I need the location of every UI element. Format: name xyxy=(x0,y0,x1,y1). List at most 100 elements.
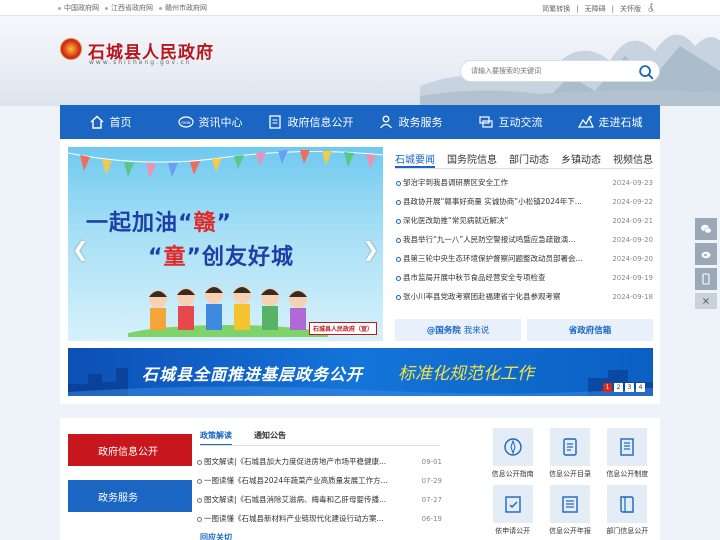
tab-notices[interactable]: 通知公告 xyxy=(254,430,286,446)
wechat-share-button[interactable] xyxy=(695,218,717,240)
carousel-next-button[interactable]: ❯ xyxy=(362,237,379,261)
mobile-icon xyxy=(702,273,710,285)
policy-banner-text: 石城县全面推进基层政务公开 xyxy=(142,365,364,384)
response-section-heading[interactable]: 回应关切 xyxy=(200,532,232,540)
site-header: 石城县人民政府 www.shicheng.gov.cn xyxy=(0,16,720,106)
tab-department[interactable]: 部门动态 xyxy=(509,147,549,168)
weibo-icon xyxy=(701,251,711,259)
side-menu: 政府信息公开 政务服务 xyxy=(68,434,192,526)
apply-icon xyxy=(504,496,521,513)
news-item[interactable]: 县第三轮中央生态环境保护督察问题整改动员部署会... 2024-09-20 xyxy=(395,249,653,268)
report-icon xyxy=(562,496,578,513)
news-icon: new xyxy=(177,116,194,128)
people-icon xyxy=(379,115,392,129)
news-tabs: 石城要闻 国务院信息 部门动态 乡镇动态 视频信息 xyxy=(395,147,653,169)
top-link[interactable]: 江西省政府网 xyxy=(105,3,153,13)
grid-item-annual-report[interactable]: 信息公开年报 xyxy=(541,485,598,536)
search-icon[interactable] xyxy=(637,63,655,81)
children-illustration xyxy=(128,286,328,337)
top-tools: 简繁转换 | 无障碍 | 关怀版 xyxy=(542,3,656,14)
bottom-section: 政府信息公开 政务服务 政策解读 通知公告 图文解读|《石城县加大力度促进房地产… xyxy=(60,418,660,540)
accessibility-link[interactable]: 无障碍 xyxy=(585,4,606,14)
compass-icon xyxy=(503,438,522,456)
top-bar: 中国政府网 江西省政府网 赣州市政府网 简繁转换 | 无障碍 | 关怀版 xyxy=(0,0,720,16)
tab-video[interactable]: 视频信息 xyxy=(613,147,653,168)
nav-services[interactable]: 政务服务 xyxy=(360,105,460,139)
search-input[interactable] xyxy=(471,64,631,79)
main-panel: 一起加油“赣” “童”创友好城 石城县人民政府（宣） ❮ ❯ 石城要闻 国务院信… xyxy=(60,139,660,404)
policy-banner-subtext: 标准化规范化工作 xyxy=(398,364,534,384)
close-icon[interactable]: × xyxy=(695,293,717,309)
news-list: 邹治宇到我县调研票区安全工作 2024-09-23 县政协开展“赣事好商量 实诚协… xyxy=(395,173,653,306)
home-icon xyxy=(90,115,103,129)
governor-mailbox-button[interactable]: 省政府信箱 xyxy=(527,319,653,341)
carousel-caption: 石城县人民政府（宣） xyxy=(308,322,377,335)
nav-info-disclosure[interactable]: 政府信息公开 xyxy=(260,105,360,139)
tab-shicheng-news[interactable]: 石城要闻 xyxy=(395,147,435,168)
simplified-traditional-toggle[interactable]: 简繁转换 xyxy=(542,4,570,14)
banner-page-2[interactable]: 2 xyxy=(614,383,623,392)
site-domain: www.shicheng.gov.cn xyxy=(89,59,192,66)
news-item[interactable]: 邹治宇到我县调研票区安全工作 2024-09-23 xyxy=(395,173,653,192)
top-link[interactable]: 中国政府网 xyxy=(58,3,99,13)
image-carousel[interactable]: 一起加油“赣” “童”创友好城 石城县人民政府（宣） ❮ ❯ xyxy=(68,147,383,341)
svg-text:new: new xyxy=(181,121,191,126)
grid-item-department[interactable]: 部门信息公开 xyxy=(599,485,656,536)
document-icon xyxy=(268,115,281,129)
bunting-decoration xyxy=(68,150,383,178)
mobile-version-button[interactable] xyxy=(695,268,717,290)
list-icon xyxy=(563,438,577,456)
top-links: 中国政府网 江西省政府网 赣州市政府网 xyxy=(58,3,207,13)
side-menu-services[interactable]: 政务服务 xyxy=(68,480,192,512)
grid-item-guide[interactable]: 信息公开指南 xyxy=(484,428,541,479)
book-icon xyxy=(620,496,635,513)
search-box xyxy=(460,60,660,82)
top-link[interactable]: 赣州市政府网 xyxy=(159,3,207,13)
list-item[interactable]: 一图读懂《石城县新材料产业链现代化建设行动方案... 06-19 xyxy=(196,509,442,528)
weibo-share-button[interactable] xyxy=(695,243,717,265)
banner-page-3[interactable]: 3 xyxy=(625,383,634,392)
rules-icon xyxy=(620,438,635,456)
news-section: 石城要闻 国务院信息 部门动态 乡镇动态 视频信息 邹治宇到我县调研票区安全工作… xyxy=(395,147,653,307)
tab-state-council[interactable]: 国务院信息 xyxy=(447,147,497,168)
policy-banner[interactable]: 石城县全面推进基层政务公开 标准化规范化工作 1 2 3 4 xyxy=(68,348,653,396)
banner-page-4[interactable]: 4 xyxy=(636,383,645,392)
news-item[interactable]: 县政协开展“赣事好商量 实诚协商”小松镇2024年下... 2024-09-22 xyxy=(395,192,653,211)
nav-interaction[interactable]: 互动交流 xyxy=(460,105,560,139)
carousel-slogan-line2: “童”创友好城 xyxy=(148,245,294,270)
grid-item-rules[interactable]: 信息公开制度 xyxy=(599,428,656,479)
national-emblem-icon xyxy=(60,38,82,60)
tab-policy-interpretation[interactable]: 政策解读 xyxy=(200,430,232,446)
news-item[interactable]: 深化医改助推“常见病就近解决” 2024-09-21 xyxy=(395,211,653,230)
elderly-mode-link[interactable]: 关怀版 xyxy=(620,4,641,14)
wechat-icon xyxy=(701,224,712,234)
tab-divider xyxy=(200,445,440,446)
main-nav: 首页 new 资讯中心 政府信息公开 政务服务 互动交流 走进石城 xyxy=(60,105,660,139)
news-item[interactable]: 张小川率县党政考察团赴福建省宁化县参观考察 2024-09-18 xyxy=(395,287,653,306)
state-council-feedback-button[interactable]: @国务院 我来说 xyxy=(395,319,521,341)
policy-tabs: 政策解读 通知公告 xyxy=(200,430,286,446)
news-item[interactable]: 县市监局开展中秋节食品经营安全专项检查 2024-09-19 xyxy=(395,268,653,287)
carousel-prev-button[interactable]: ❮ xyxy=(72,237,89,261)
nav-about[interactable]: 走进石城 xyxy=(560,105,660,139)
carousel-slogan-line1: 一起加油“赣” xyxy=(86,211,232,236)
tab-township[interactable]: 乡镇动态 xyxy=(561,147,601,168)
quick-links: @国务院 我来说 省政府信箱 xyxy=(395,319,653,341)
nav-news-center[interactable]: new 资讯中心 xyxy=(160,105,260,139)
news-item[interactable]: 我县举行“九一八”人民防空警报试鸣暨应急疏散演... 2024-09-20 xyxy=(395,230,653,249)
banner-pagination: 1 2 3 4 xyxy=(603,383,645,392)
list-item[interactable]: 一图读懂《石城县2024年蔬菜产业高质量发展工作方... 07-29 xyxy=(196,471,442,490)
chat-icon xyxy=(478,116,493,128)
list-item[interactable]: 图文解读|《石城县加大力度促进房地产市场平稳健康... 09-01 xyxy=(196,452,442,471)
policy-list: 图文解读|《石城县加大力度促进房地产市场平稳健康... 09-01 一图读懂《石城… xyxy=(196,452,442,528)
landscape-icon xyxy=(577,115,594,128)
nav-home[interactable]: 首页 xyxy=(60,105,160,139)
disclosure-grid: 信息公开指南 信息公开目录 信息公开制度 依申请公开 信息公开年报 部门信息公开 xyxy=(484,428,656,536)
accessibility-icon[interactable] xyxy=(647,3,656,14)
banner-page-1[interactable]: 1 xyxy=(603,383,612,392)
list-item[interactable]: 图文解读|《石城县消除艾滋病、梅毒和乙肝母婴传播... 07-27 xyxy=(196,490,442,509)
grid-item-apply[interactable]: 依申请公开 xyxy=(484,485,541,536)
share-sidebar: × xyxy=(695,218,717,309)
side-menu-info-disclosure[interactable]: 政府信息公开 xyxy=(68,434,192,466)
grid-item-catalog[interactable]: 信息公开目录 xyxy=(541,428,598,479)
